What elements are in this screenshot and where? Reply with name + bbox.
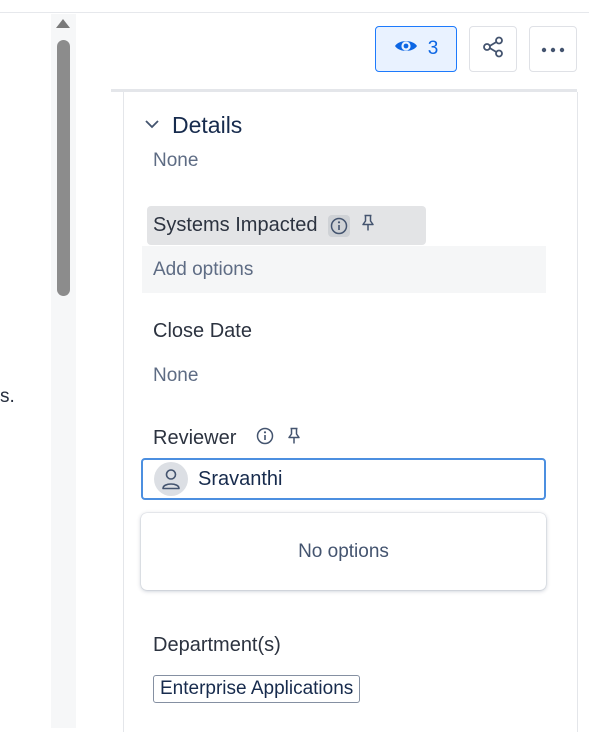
- info-icon[interactable]: [327, 214, 350, 237]
- more-actions-button[interactable]: [529, 26, 577, 72]
- reviewer-value: Sravanthi: [198, 467, 283, 490]
- info-icon[interactable]: [256, 427, 274, 450]
- avatar: [154, 462, 188, 496]
- share-button[interactable]: [469, 26, 517, 72]
- chevron-down-icon: [144, 116, 160, 134]
- top-divider: [0, 12, 589, 13]
- reviewer-label: Reviewer: [153, 426, 237, 449]
- eye-icon: [394, 38, 418, 60]
- partial-field-value: None: [153, 146, 453, 173]
- details-title: Details: [172, 111, 243, 138]
- pin-icon[interactable]: [286, 427, 302, 450]
- pin-icon[interactable]: [360, 214, 376, 237]
- reviewer-label-row: Reviewer: [153, 425, 302, 451]
- departments-label: Department(s): [153, 634, 281, 656]
- systems-impacted-label-text: Systems Impacted: [153, 214, 318, 236]
- no-options-message: No options: [298, 540, 389, 562]
- watchers-button[interactable]: 3: [375, 26, 457, 72]
- close-date-label: Close Date: [153, 320, 252, 342]
- left-content-fragment: s.: [0, 386, 15, 407]
- close-date-value[interactable]: None: [153, 365, 198, 387]
- scroll-up-arrow-icon[interactable]: [56, 19, 70, 28]
- systems-impacted-input[interactable]: Add options: [142, 246, 546, 293]
- share-icon: [482, 36, 504, 63]
- department-tag[interactable]: Enterprise Applications: [153, 675, 361, 703]
- watch-count: 3: [427, 38, 439, 59]
- systems-impacted-label: Systems Impacted: [147, 206, 426, 245]
- reviewer-input[interactable]: Sravanthi: [141, 458, 546, 500]
- scrollbar-thumb[interactable]: [57, 40, 70, 296]
- user-icon: [162, 469, 180, 490]
- more-horizontal-icon: [541, 40, 565, 58]
- partial-value-text: None: [153, 150, 199, 171]
- details-section-toggle[interactable]: Details: [144, 110, 242, 140]
- reviewer-options-dropdown: No options: [141, 513, 546, 590]
